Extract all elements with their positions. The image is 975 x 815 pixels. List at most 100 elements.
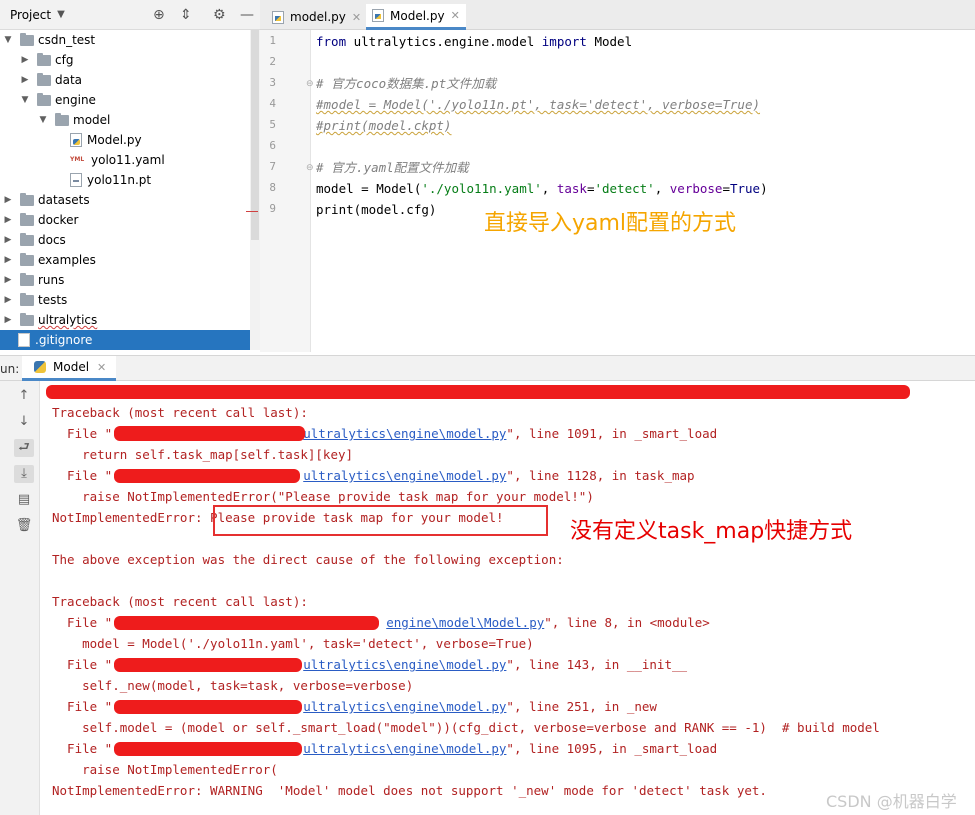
- file-link[interactable]: ultralytics\engine\model.py: [303, 468, 506, 483]
- tree-item-csdn-test[interactable]: ▼ csdn_test: [0, 30, 260, 50]
- tree-item-label: data: [55, 73, 83, 87]
- console-line: model = Model('./yolo11n.yaml', task='de…: [52, 636, 534, 651]
- project-panel-header: Project ▼ ⊕ ⇕ ⚙ —: [0, 0, 260, 30]
- tree-scrollbar[interactable]: [250, 30, 260, 350]
- tree-item-label: docker: [38, 213, 79, 227]
- folder-icon: [20, 252, 34, 266]
- tree-item-model[interactable]: ▼ model: [0, 110, 260, 130]
- chevron-right-icon[interactable]: ▶: [2, 235, 14, 245]
- chevron-down-icon[interactable]: ▼: [57, 9, 65, 20]
- line-number: 2: [269, 55, 276, 68]
- trash-icon[interactable]: 🗑: [14, 517, 34, 535]
- file-link[interactable]: ultralytics\engine\model.py: [303, 657, 506, 672]
- run-panel-header: un: Model ✕: [0, 355, 975, 381]
- tree-item-label: .gitignore: [35, 333, 93, 347]
- chevron-down-icon[interactable]: ▼: [19, 95, 31, 105]
- chevron-right-icon[interactable]: ▶: [19, 75, 31, 85]
- redaction-bar: [46, 385, 910, 399]
- print-icon[interactable]: ▤: [14, 491, 34, 509]
- gear-icon[interactable]: ⚙: [213, 7, 226, 23]
- python-file-icon: [272, 10, 284, 24]
- arrow-up-icon[interactable]: ↑: [14, 387, 34, 405]
- tree-item-label: ultralytics: [38, 313, 98, 327]
- folder-icon: [20, 232, 34, 246]
- redaction-bar: [114, 700, 302, 714]
- tree-item-engine[interactable]: ▼ engine: [0, 90, 260, 110]
- chevron-right-icon[interactable]: ▶: [2, 315, 14, 325]
- chevron-right-icon[interactable]: ▶: [2, 255, 14, 265]
- yaml-file-icon: [70, 153, 86, 167]
- tree-item-datasets[interactable]: ▶ datasets: [0, 190, 260, 210]
- python-file-icon: [70, 133, 82, 147]
- chevron-right-icon[interactable]: ▶: [2, 295, 14, 305]
- tab-model-py[interactable]: Model.py ✕: [366, 4, 466, 30]
- redaction-bar: [114, 658, 302, 672]
- tree-item-model-py[interactable]: Model.py: [0, 130, 260, 150]
- project-title[interactable]: Project: [10, 8, 51, 22]
- folder-icon: [20, 292, 34, 306]
- tree-item-docs[interactable]: ▶ docs: [0, 230, 260, 250]
- file-link[interactable]: ultralytics\engine\model.py: [303, 741, 506, 756]
- file-link[interactable]: engine\model\Model.py: [386, 615, 544, 630]
- minimize-icon[interactable]: —: [240, 7, 254, 23]
- target-icon[interactable]: ⊕: [153, 7, 165, 23]
- close-icon[interactable]: ✕: [352, 11, 361, 24]
- folder-icon: [55, 112, 69, 126]
- tree-item-label: datasets: [38, 193, 90, 207]
- soft-wrap-icon[interactable]: ⮐: [14, 439, 34, 457]
- file-link[interactable]: ultralytics\engine\model.py: [303, 426, 506, 441]
- project-tree: ▼ csdn_test ▶ cfg ▶ data ▼ engine ▼ mode…: [0, 30, 260, 350]
- tree-item-label: yolo11.yaml: [91, 153, 165, 167]
- tree-item-gitignore[interactable]: .gitignore: [0, 330, 260, 350]
- tree-item-label: runs: [38, 273, 65, 287]
- console-line: The above exception was the direct cause…: [52, 552, 564, 567]
- tree-item-yolo11n-pt[interactable]: yolo11n.pt: [0, 170, 260, 190]
- run-toolbar: ↑ ↓ ⮐ ⤓ ▤ 🗑: [0, 381, 40, 815]
- chevron-down-icon[interactable]: ▼: [2, 35, 14, 45]
- folder-icon: [20, 312, 34, 326]
- chevron-right-icon[interactable]: ▶: [2, 195, 14, 205]
- tree-item-label: examples: [38, 253, 96, 267]
- file-link[interactable]: ultralytics\engine\model.py: [303, 699, 506, 714]
- scrollbar-thumb[interactable]: [251, 30, 259, 240]
- tab-model-py-lower[interactable]: model.py ✕: [266, 4, 367, 30]
- redaction-bar: [114, 469, 300, 483]
- arrow-down-icon[interactable]: ↓: [14, 413, 34, 431]
- tree-item-cfg[interactable]: ▶ cfg: [0, 50, 260, 70]
- collapse-icon[interactable]: ⇕: [180, 7, 192, 23]
- redaction-bar: [114, 426, 305, 441]
- scroll-to-end-icon[interactable]: ⤓: [14, 465, 34, 483]
- chevron-down-icon[interactable]: ▼: [37, 115, 49, 125]
- tree-item-examples[interactable]: ▶ examples: [0, 250, 260, 270]
- tree-item-label: docs: [38, 233, 66, 247]
- fold-icon[interactable]: ⊖: [306, 79, 314, 89]
- chevron-right-icon[interactable]: ▶: [2, 215, 14, 225]
- tree-item-data[interactable]: ▶ data: [0, 70, 260, 90]
- code-editor[interactable]: from ultralytics.engine.model import Mod…: [316, 30, 975, 352]
- console-line: Traceback (most recent call last):: [52, 405, 308, 420]
- close-icon[interactable]: ✕: [451, 9, 460, 22]
- tree-item-ultralytics[interactable]: ▶ ultralytics: [0, 310, 260, 330]
- python-icon: [34, 361, 46, 373]
- tree-item-tests[interactable]: ▶ tests: [0, 290, 260, 310]
- code-line-4: #model = Model('./yolo11n.pt', task='det…: [316, 97, 761, 112]
- code-line-5: #print(model.ckpt): [316, 118, 452, 133]
- console-line: self.model = (model or self._smart_load(…: [52, 720, 880, 735]
- console-line: Traceback (most recent call last):: [52, 594, 308, 609]
- folder-icon: [37, 72, 51, 86]
- tree-item-docker[interactable]: ▶ docker: [0, 210, 260, 230]
- close-icon[interactable]: ✕: [97, 361, 106, 374]
- line-number-gutter: 1 2 3 4 5 6 7 8 9 ⊖ ⊖: [260, 30, 314, 352]
- chevron-right-icon[interactable]: ▶: [2, 275, 14, 285]
- tree-item-label: cfg: [55, 53, 74, 67]
- chevron-right-icon[interactable]: ▶: [19, 55, 31, 65]
- run-console[interactable]: Traceback (most recent call last): File …: [40, 381, 975, 815]
- line-number: 1: [269, 34, 276, 47]
- tree-item-runs[interactable]: ▶ runs: [0, 270, 260, 290]
- tree-item-label: csdn_test: [38, 33, 96, 47]
- run-tab-model[interactable]: Model ✕: [22, 356, 116, 381]
- python-file-icon: [372, 9, 384, 22]
- folder-icon: [37, 92, 51, 106]
- tree-item-yolo11-yaml[interactable]: yolo11.yaml: [0, 150, 260, 170]
- fold-icon[interactable]: ⊖: [306, 163, 314, 173]
